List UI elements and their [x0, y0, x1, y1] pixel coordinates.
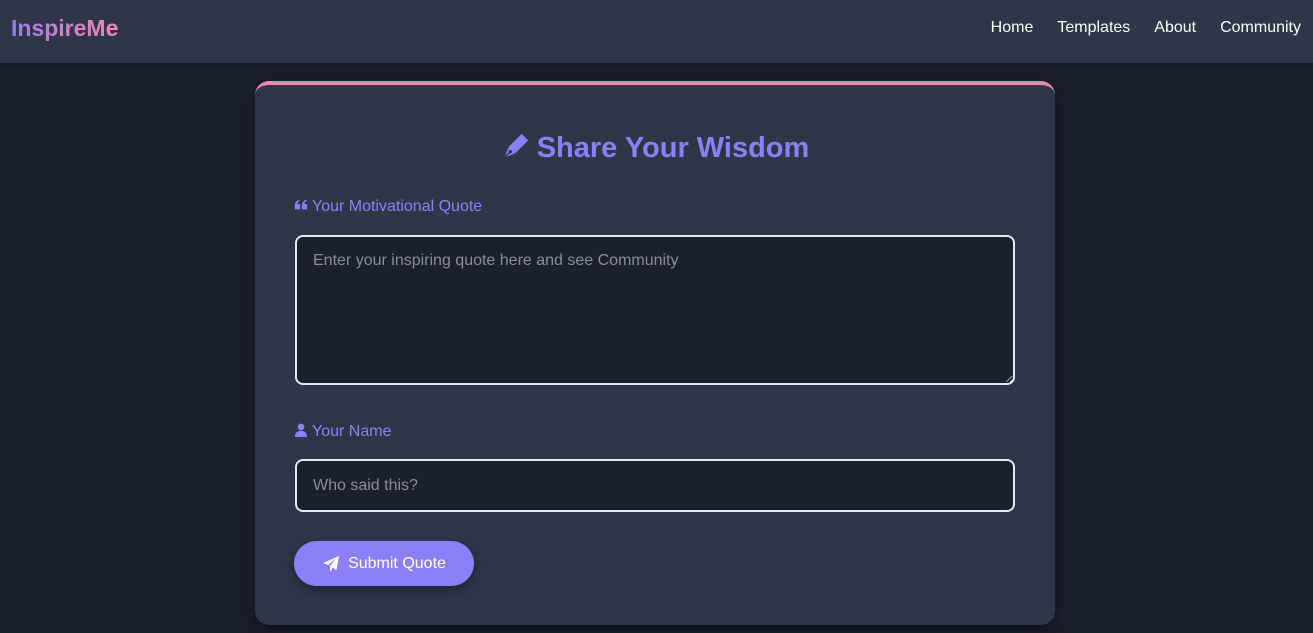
nav-link-home[interactable]: Home [991, 18, 1034, 38]
author-name-input[interactable] [295, 459, 1015, 512]
quote-label: Your Motivational Quote [294, 197, 482, 217]
quote-left-icon [294, 199, 308, 210]
submit-button-label: Submit Quote [348, 554, 446, 572]
quote-form-card: Share Your Wisdom Your Motivational Quot… [255, 81, 1055, 625]
quote-textarea[interactable] [295, 235, 1015, 385]
form-title: Share Your Wisdom [255, 131, 1055, 165]
brand-logo[interactable]: InspireMe [11, 15, 118, 41]
user-icon [294, 423, 308, 437]
quote-label-text: Your Motivational Quote [312, 198, 483, 215]
name-label-text: Your Name [312, 423, 392, 440]
form-title-text: Share Your Wisdom [536, 132, 810, 164]
nav-link-about[interactable]: About [1154, 18, 1196, 38]
name-label: Your Name [294, 422, 391, 442]
nav-links: Home Templates About Community [967, 18, 1301, 38]
nav-link-community[interactable]: Community [1220, 18, 1301, 38]
paper-plane-icon [322, 555, 340, 572]
submit-quote-button[interactable]: Submit Quote [294, 541, 474, 586]
pen-nib-icon [503, 133, 528, 158]
top-navbar: InspireMe Home Templates About Community [0, 0, 1313, 63]
nav-link-templates[interactable]: Templates [1057, 18, 1130, 38]
